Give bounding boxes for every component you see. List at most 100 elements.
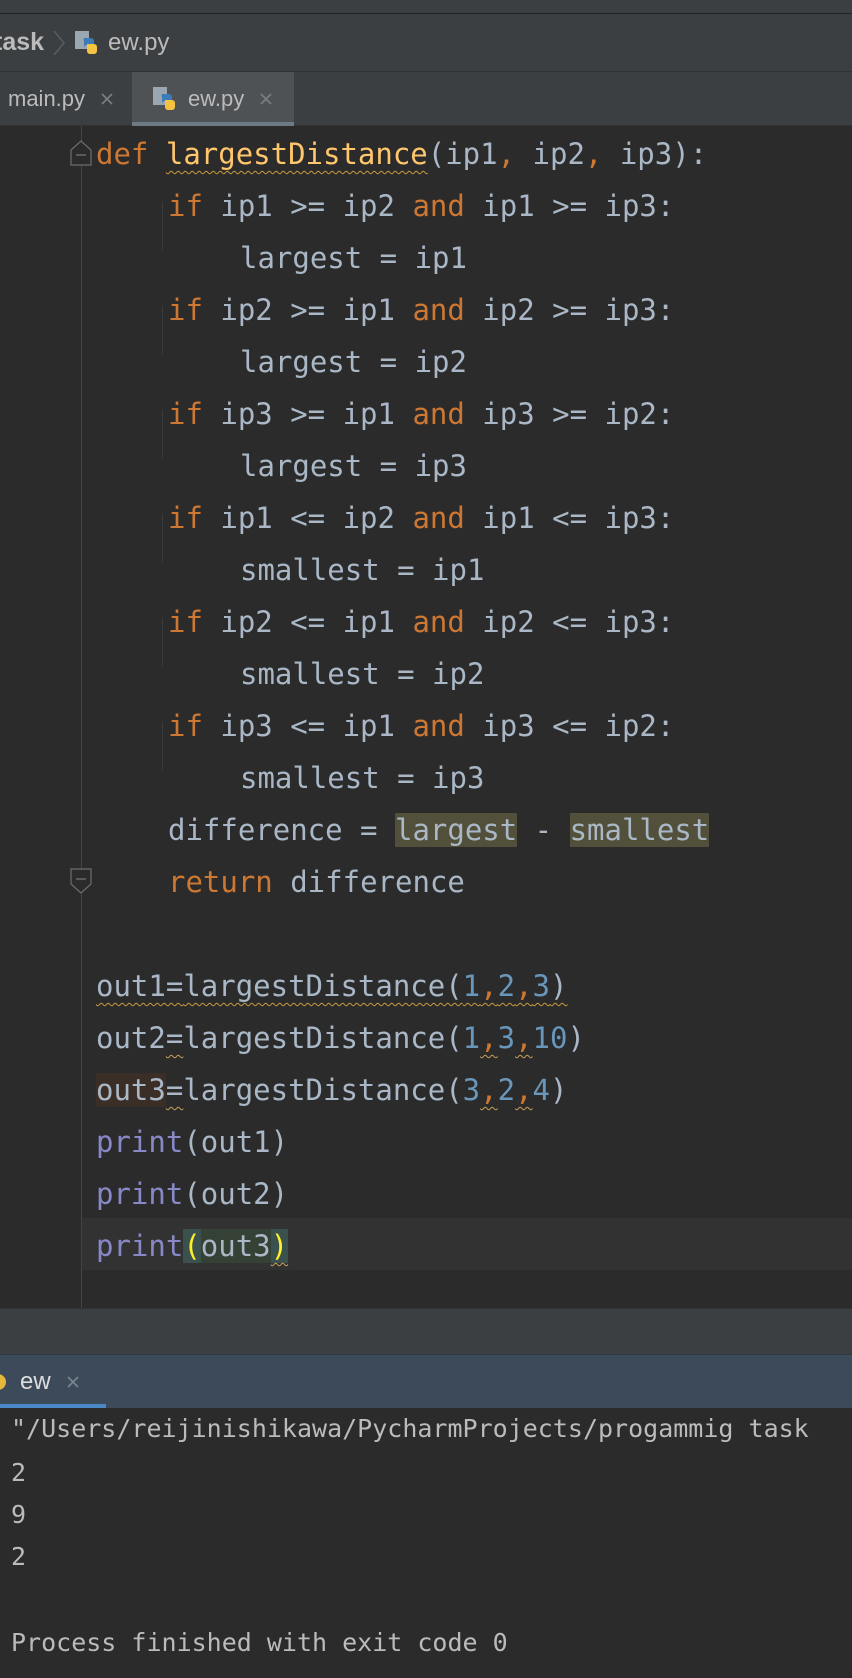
builtin-print: print: [96, 1229, 184, 1263]
code-line-7[interactable]: largest = ip3: [240, 440, 467, 492]
keyword-if: if: [168, 709, 203, 743]
difference-assign: difference =: [168, 813, 395, 847]
condition-left: ip2 <= ip1: [202, 605, 413, 639]
keyword-if: if: [168, 397, 203, 431]
editor-tab-bar: main.py ew.py: [0, 72, 852, 126]
tab-ew-py[interactable]: ew.py: [132, 72, 294, 126]
condition-left: ip2 >= ip1: [202, 293, 413, 327]
largest-usage-highlight: largest: [394, 813, 518, 847]
indent-guide: [162, 514, 163, 562]
breadcrumb-file[interactable]: ew.py: [108, 29, 169, 57]
arg-number: 2: [497, 1073, 516, 1107]
smallest-usage-highlight: smallest: [569, 813, 710, 847]
print-args: (out2): [183, 1177, 289, 1211]
matched-bracket-open: (: [183, 1229, 201, 1263]
tab-label: ew.py: [188, 86, 245, 111]
code-line-22[interactable]: print(out3): [96, 1220, 289, 1272]
code-line-5[interactable]: largest = ip2: [240, 336, 467, 388]
arg-number: 2: [497, 969, 516, 1003]
keyword-and: and: [412, 189, 465, 223]
close-paren: ): [567, 1021, 585, 1055]
code-line-10[interactable]: if ip2 <= ip1 and ip2 <= ip3:: [168, 596, 674, 648]
code-line-21[interactable]: print(out2): [96, 1168, 288, 1220]
code-line-3[interactable]: largest = ip1: [240, 232, 467, 284]
code-line-14[interactable]: difference = largest - smallest: [168, 804, 710, 856]
breadcrumb-separator-icon: [53, 30, 66, 55]
navigation-bar: task ew.py: [0, 14, 852, 72]
condition-right: ip1 >= ip3:: [464, 189, 675, 223]
keyword-and: and: [412, 501, 465, 535]
condition-left: ip3 <= ip1: [202, 709, 413, 743]
variable-out2: out2: [96, 1021, 166, 1055]
minus-operator: -: [517, 813, 570, 847]
comma: ,: [515, 1021, 533, 1055]
code-line-18[interactable]: out2=largestDistance(1,3,10): [96, 1012, 585, 1064]
code-line-1[interactable]: def largestDistance(ip1, ip2, ip3):: [96, 128, 707, 180]
variable-out1: out1=: [96, 969, 184, 1003]
condition-left: ip1 >= ip2: [202, 189, 413, 223]
indent-guide: [162, 202, 163, 250]
code-line-12[interactable]: if ip3 <= ip1 and ip3 <= ip2:: [168, 700, 674, 752]
code-line-15[interactable]: return difference: [168, 856, 465, 908]
code-line-17[interactable]: out1=largestDistance(1,2,3): [96, 960, 567, 1012]
code-line-19[interactable]: out3=largestDistance(3,2,4): [96, 1064, 567, 1116]
assignment: smallest = ip2: [240, 657, 485, 691]
keyword-and: and: [412, 397, 465, 431]
run-tab-ew[interactable]: ew: [0, 1355, 106, 1409]
gutter-divider: [81, 126, 82, 1308]
builtin-print: print: [96, 1125, 184, 1159]
run-console-output[interactable]: "/Users/reijinishikawa/PycharmProjects/p…: [0, 1408, 852, 1678]
return-value: difference: [272, 865, 465, 899]
builtin-print: print: [96, 1177, 184, 1211]
arg-number: 4: [532, 1073, 551, 1107]
code-line-13[interactable]: smallest = ip3: [240, 752, 484, 804]
close-icon[interactable]: [65, 1374, 81, 1390]
arg-number: 1: [462, 1021, 481, 1055]
code-line-4[interactable]: if ip2 >= ip1 and ip2 >= ip3:: [168, 284, 674, 336]
code-line-20[interactable]: print(out1): [96, 1116, 288, 1168]
code-line-6[interactable]: if ip3 >= ip1 and ip3 >= ip2:: [168, 388, 674, 440]
keyword-return: return: [168, 865, 273, 899]
tab-main-py[interactable]: main.py: [0, 72, 132, 126]
indent-guide: [162, 618, 163, 666]
equals-sign: =: [165, 1021, 184, 1055]
indent-guide: [162, 410, 163, 458]
panel-splitter[interactable]: [0, 1308, 852, 1354]
keyword-if: if: [168, 605, 203, 639]
console-line: Process finished with exit code 0: [11, 1628, 508, 1657]
console-line: "/Users/reijinishikawa/PycharmProjects/p…: [11, 1414, 809, 1443]
keyword-and: and: [412, 293, 465, 327]
code-line-8[interactable]: if ip1 <= ip2 and ip1 <= ip3:: [168, 492, 674, 544]
fold-collapse-icon[interactable]: [70, 140, 92, 166]
param-ip1: (ip1: [427, 137, 498, 171]
close-paren: ): [550, 1073, 568, 1107]
run-tool-window-header: ew: [0, 1354, 852, 1409]
tab-label: main.py: [8, 86, 86, 111]
code-editor[interactable]: def largestDistance(ip1, ip2, ip3): if i…: [0, 126, 852, 1308]
arg-number: 3: [462, 1073, 481, 1107]
fold-end-icon[interactable]: [70, 868, 92, 894]
print-arg: out3: [200, 1229, 271, 1263]
keyword-and: and: [412, 605, 465, 639]
code-line-11[interactable]: smallest = ip2: [240, 648, 484, 700]
function-call: largestDistance(: [183, 1073, 463, 1107]
close-icon[interactable]: [99, 91, 115, 107]
close-icon[interactable]: [258, 91, 274, 107]
print-args: (out1): [183, 1125, 289, 1159]
title-strip: [0, 0, 852, 14]
variable-out3: out3: [96, 1073, 166, 1107]
condition-right: ip2 <= ip3:: [464, 605, 675, 639]
console-line: 9: [11, 1500, 27, 1529]
arg-number: 3: [532, 969, 551, 1003]
param-ip3: ip3):: [602, 137, 708, 171]
condition-right: ip1 <= ip3:: [464, 501, 675, 535]
function-name: largestDistance: [165, 137, 428, 171]
function-call: largestDistance(: [183, 969, 463, 1003]
code-line-2[interactable]: if ip1 >= ip2 and ip1 >= ip3:: [168, 180, 674, 232]
keyword-def: def: [96, 137, 149, 171]
keyword-and: and: [412, 709, 465, 743]
keyword-if: if: [168, 501, 203, 535]
breadcrumb-project[interactable]: task: [0, 28, 44, 57]
code-line-9[interactable]: smallest = ip1: [240, 544, 484, 596]
indent-guide: [162, 306, 163, 354]
